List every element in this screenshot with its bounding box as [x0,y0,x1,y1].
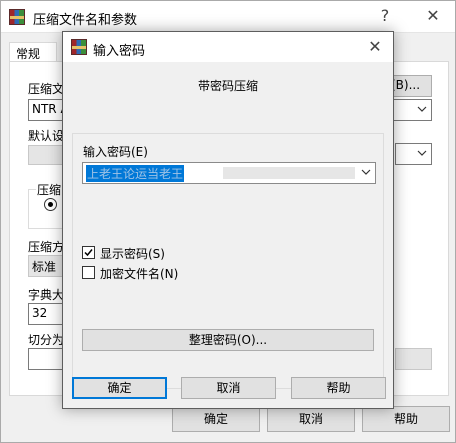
parent-help-button[interactable]: 帮助 [362,406,450,432]
archive-format-label: 压缩 [36,181,63,198]
compression-method-label: 压缩方 [28,240,65,254]
chevron-down-icon [417,106,427,112]
dictionary-size-value: 32 [32,306,48,320]
dialog-cancel-button[interactable]: 取消 [181,377,276,399]
winrar-icon [9,9,25,25]
default-settings-label: 默认设 [28,129,65,143]
show-password-checkbox[interactable] [82,246,95,259]
split-volume-label: 切分为 [28,333,65,347]
chevron-down-icon [417,150,427,156]
help-icon[interactable]: ? [365,1,405,31]
password-input[interactable]: 上老王论运当老王 [82,162,376,184]
password-value: 上老王论运当老王 [86,165,185,182]
enter-password-dialog: 输入密码 ✕ 带密码压缩 输入密码(E) 上老王论运当老王 显示密码(S) 加密… [62,31,394,409]
set-password-button[interactable] [395,348,432,370]
profile-button[interactable] [28,145,64,165]
parent-cancel-button[interactable]: 取消 [267,406,355,432]
dialog-title: 输入密码 [93,44,146,59]
split-volume-combo[interactable] [28,348,64,370]
password-label: 输入密码(E) [83,145,148,159]
parent-close-icon[interactable]: ✕ [413,1,453,31]
dialog-titlebar: 输入密码 ✕ [63,32,393,62]
dialog-help-button[interactable]: 帮助 [291,377,386,399]
encrypt-filenames-checkbox[interactable] [82,266,95,279]
encrypt-filenames-label[interactable]: 加密文件名(N) [100,265,178,282]
dictionary-size-label: 字典大 [28,288,65,302]
parent-ok-button[interactable]: 确定 [172,406,260,432]
dialog-close-icon[interactable]: ✕ [359,32,391,62]
tab-general[interactable]: 常规 [9,42,57,62]
compression-method-value: 标准 [32,260,57,274]
dialog-heading: 带密码压缩 [197,79,258,93]
show-password-label[interactable]: 显示密码(S) [100,245,165,262]
update-mode-combo[interactable] [395,143,432,165]
format-radio[interactable] [44,198,57,211]
archive-name-label: 压缩文 [28,82,65,96]
chevron-down-icon[interactable] [360,166,372,178]
checkmark-icon [84,249,93,257]
winrar-icon [71,39,87,55]
parent-titlebar: 压缩文件名和参数 ? ✕ [1,1,455,33]
parent-window-title: 压缩文件名和参数 [33,13,138,28]
dialog-ok-button[interactable]: 确定 [72,377,167,399]
organize-passwords-button[interactable]: 整理密码(O)... [82,329,374,351]
compression-method-combo[interactable]: 标准 [28,255,64,277]
dictionary-size-combo[interactable]: 32 [28,303,64,325]
